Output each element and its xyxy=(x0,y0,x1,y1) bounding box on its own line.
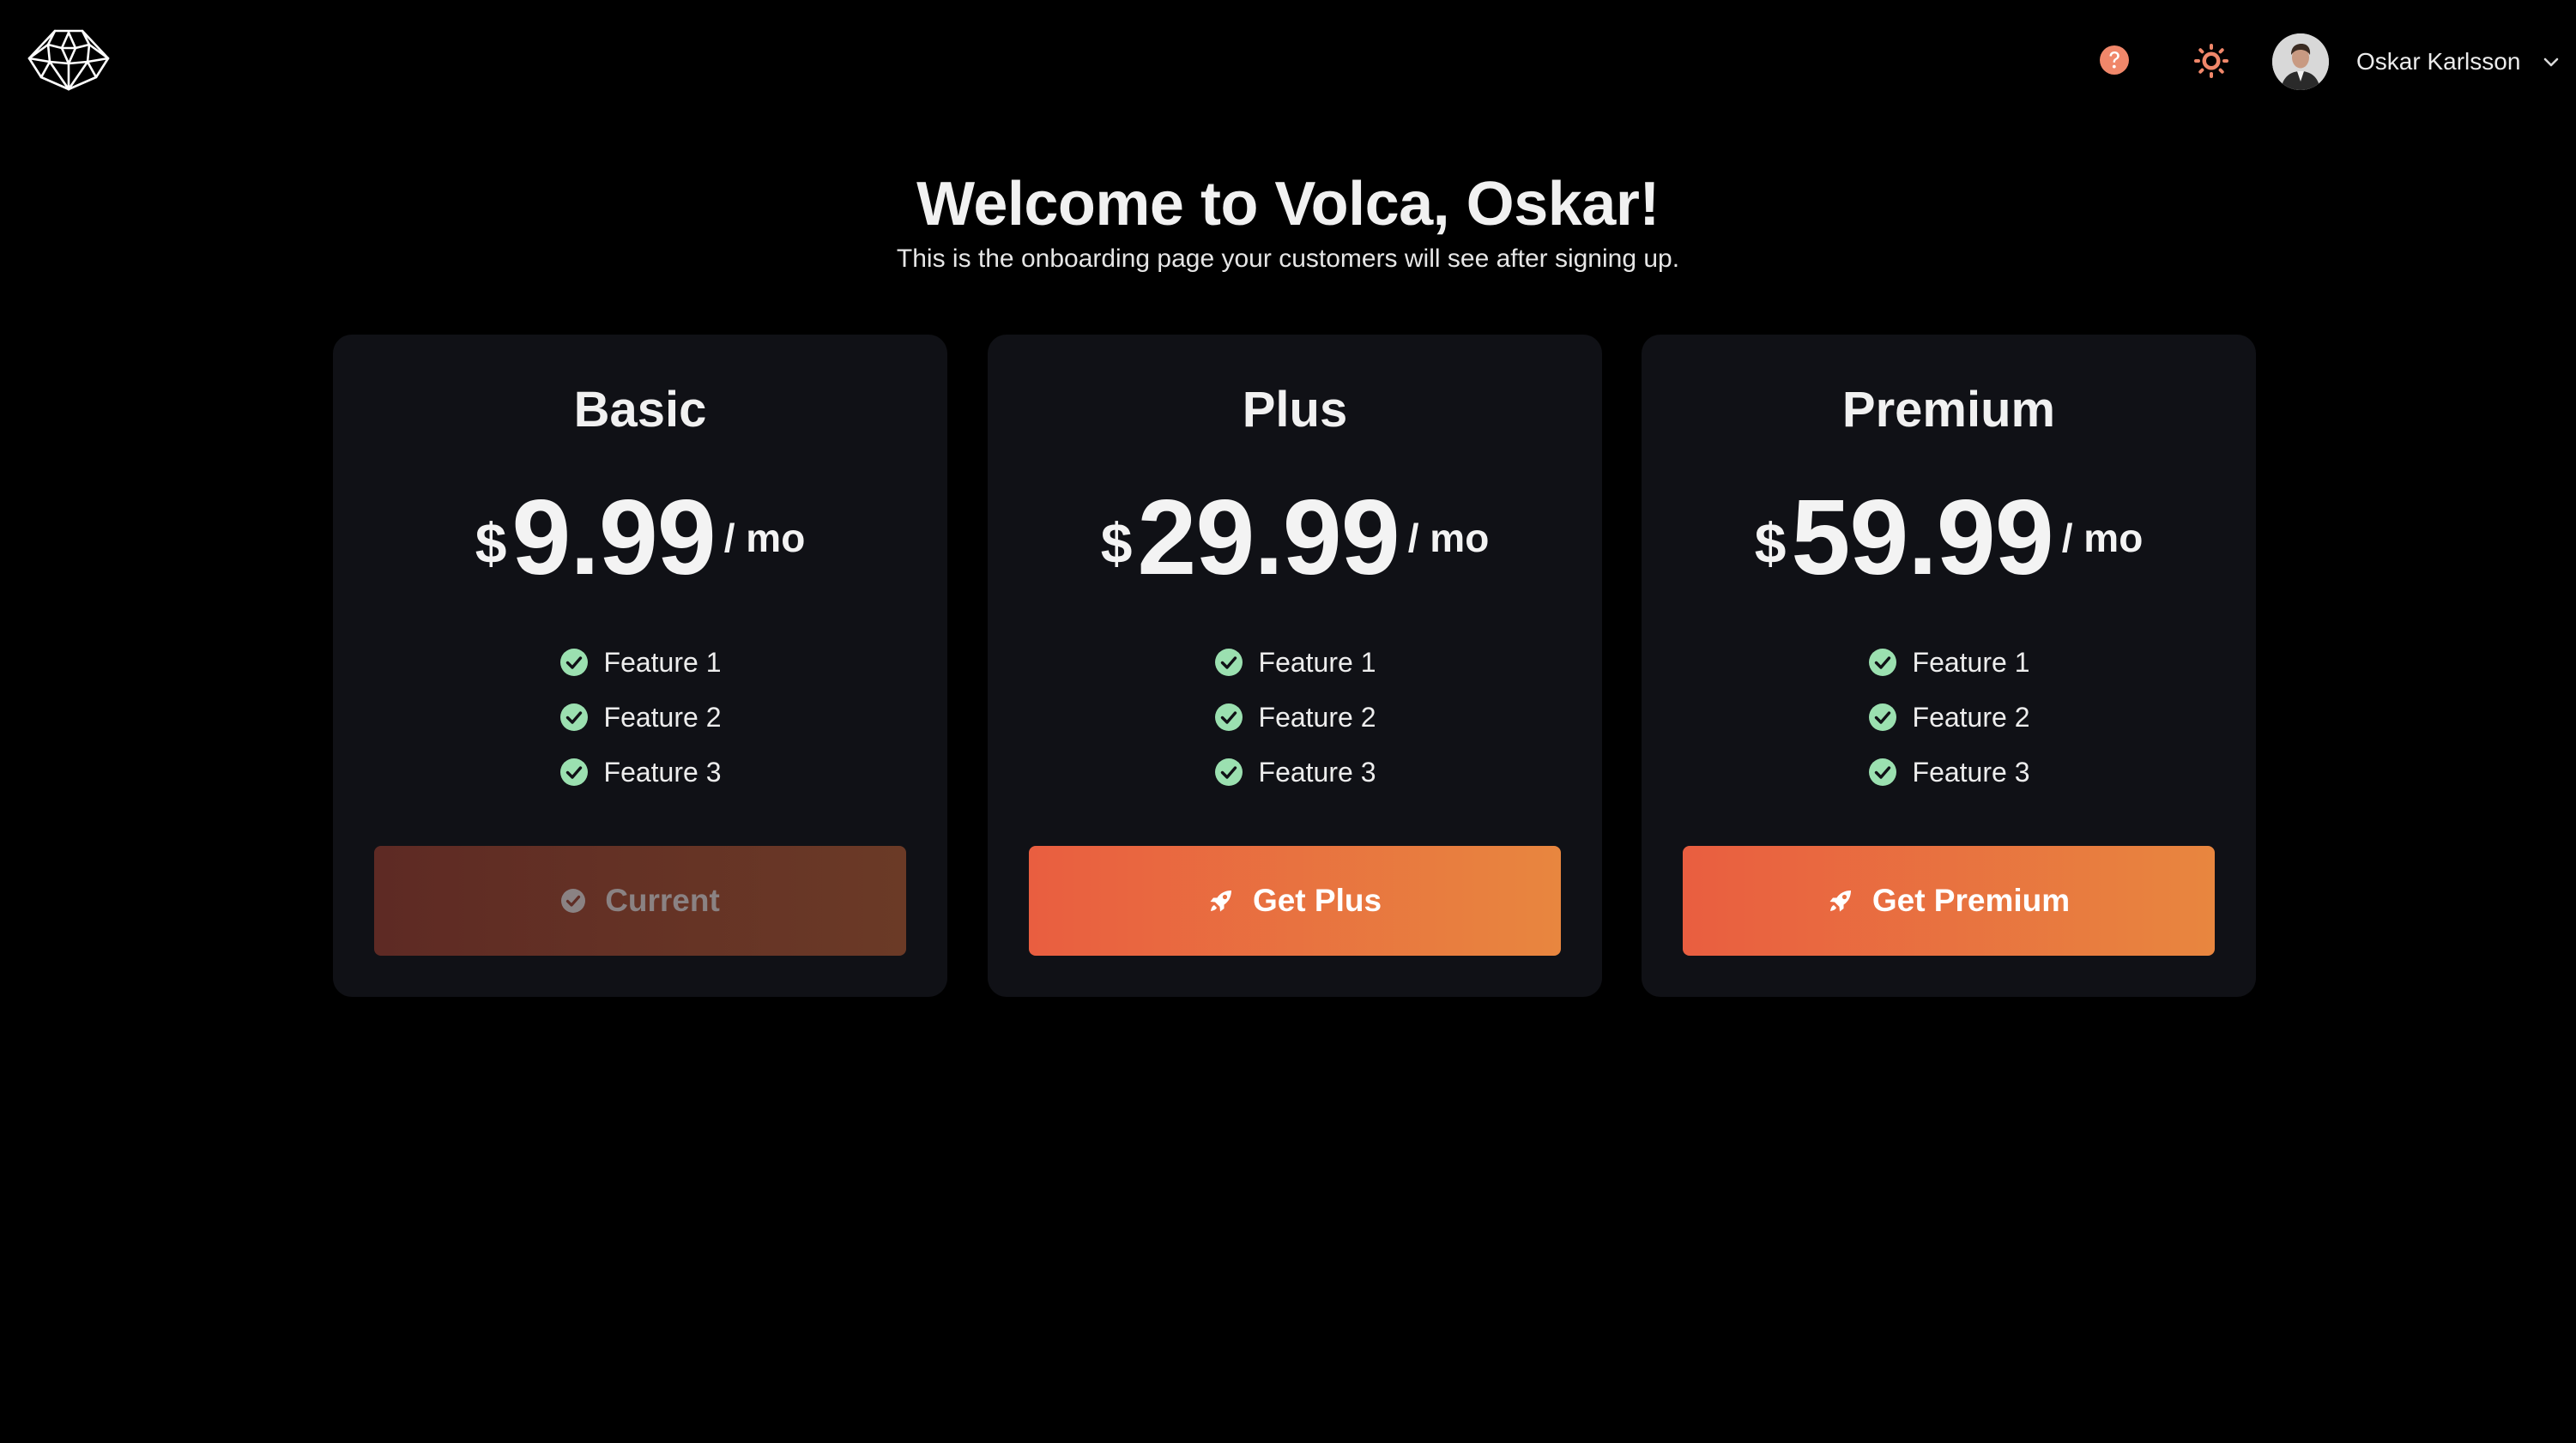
button-label: Current xyxy=(605,883,720,918)
user-menu[interactable]: Oskar Karlsson xyxy=(2272,33,2564,91)
plan-name: Premium xyxy=(1841,382,2056,438)
feature-label: Feature 1 xyxy=(1258,646,1376,678)
feature-list: Feature 1 Feature 2 Feature 3 xyxy=(333,635,947,800)
feature-label: Feature 2 xyxy=(1912,701,2030,733)
price-amount: 59.99 xyxy=(1791,479,2053,597)
feature-list: Feature 1 Feature 2 Feature 3 xyxy=(1642,635,2256,800)
list-item: Feature 2 xyxy=(1642,690,2256,745)
list-item: Feature 2 xyxy=(988,690,1602,745)
top-bar: Oskar Karlsson xyxy=(0,0,2576,124)
price-period: / mo xyxy=(2061,516,2144,560)
feature-label: Feature 1 xyxy=(603,646,722,678)
rocket-icon xyxy=(1208,888,1234,914)
chevron-down-icon[interactable] xyxy=(2541,51,2561,72)
rocket-icon xyxy=(1828,888,1853,914)
plan-price: $ 59.99 / mo xyxy=(1642,482,2256,594)
list-item: Feature 1 xyxy=(333,635,947,690)
price-amount: 9.99 xyxy=(511,479,716,597)
feature-list: Feature 1 Feature 2 Feature 3 xyxy=(988,635,1602,800)
button-label: Get Plus xyxy=(1252,883,1382,918)
list-item: Feature 2 xyxy=(333,690,947,745)
check-circle-icon xyxy=(1868,758,1897,787)
page-subtitle: This is the onboarding page your custome… xyxy=(896,245,1680,273)
check-circle-icon xyxy=(1868,648,1897,677)
check-circle-icon xyxy=(1214,758,1243,787)
button-label: Get Premium xyxy=(1872,883,2071,918)
plan-price: $ 29.99 / mo xyxy=(988,482,1602,594)
volca-logo-icon[interactable] xyxy=(24,26,113,94)
list-item: Feature 1 xyxy=(1642,635,2256,690)
avatar[interactable] xyxy=(2272,33,2329,90)
plan-card-basic: Basic $ 9.99 / mo Feature 1 Feature 2 Fe… xyxy=(333,335,947,997)
check-circle-icon xyxy=(1868,703,1897,732)
check-circle-icon xyxy=(559,648,589,677)
plan-card-plus: Plus $ 29.99 / mo Feature 1 Feature 2 Fe… xyxy=(988,335,1602,997)
get-plus-button[interactable]: Get Plus xyxy=(1029,846,1561,956)
user-name[interactable]: Oskar Karlsson xyxy=(2356,48,2520,75)
feature-label: Feature 2 xyxy=(603,701,722,733)
feature-label: Feature 2 xyxy=(1258,701,1376,733)
price-period: / mo xyxy=(723,516,806,560)
feature-label: Feature 3 xyxy=(603,756,722,788)
check-circle-icon xyxy=(1214,703,1243,732)
plan-name: Plus xyxy=(1242,382,1348,438)
check-circle-icon xyxy=(560,888,586,914)
feature-label: Feature 1 xyxy=(1912,646,2030,678)
check-circle-icon xyxy=(559,758,589,787)
price-period: / mo xyxy=(1407,516,1490,560)
current-plan-button[interactable]: Current xyxy=(374,846,906,956)
feature-label: Feature 3 xyxy=(1258,756,1376,788)
price-amount: 29.99 xyxy=(1137,479,1400,597)
plan-name: Basic xyxy=(573,382,707,438)
feature-label: Feature 3 xyxy=(1912,756,2030,788)
plan-price: $ 9.99 / mo xyxy=(333,482,947,594)
price-currency: $ xyxy=(475,511,507,575)
help-icon[interactable] xyxy=(2099,45,2130,75)
get-premium-button[interactable]: Get Premium xyxy=(1683,846,2215,956)
plan-card-premium: Premium $ 59.99 / mo Feature 1 Feature 2 xyxy=(1642,335,2256,997)
list-item: Feature 3 xyxy=(1642,745,2256,800)
list-item: Feature 1 xyxy=(988,635,1602,690)
page-title: Welcome to Volca, Oskar! xyxy=(916,170,1660,238)
price-currency: $ xyxy=(1754,511,1787,575)
price-currency: $ xyxy=(1100,511,1133,575)
list-item: Feature 3 xyxy=(333,745,947,800)
check-circle-icon xyxy=(1214,648,1243,677)
list-item: Feature 3 xyxy=(988,745,1602,800)
check-circle-icon xyxy=(559,703,589,732)
sun-icon[interactable] xyxy=(2193,43,2229,79)
